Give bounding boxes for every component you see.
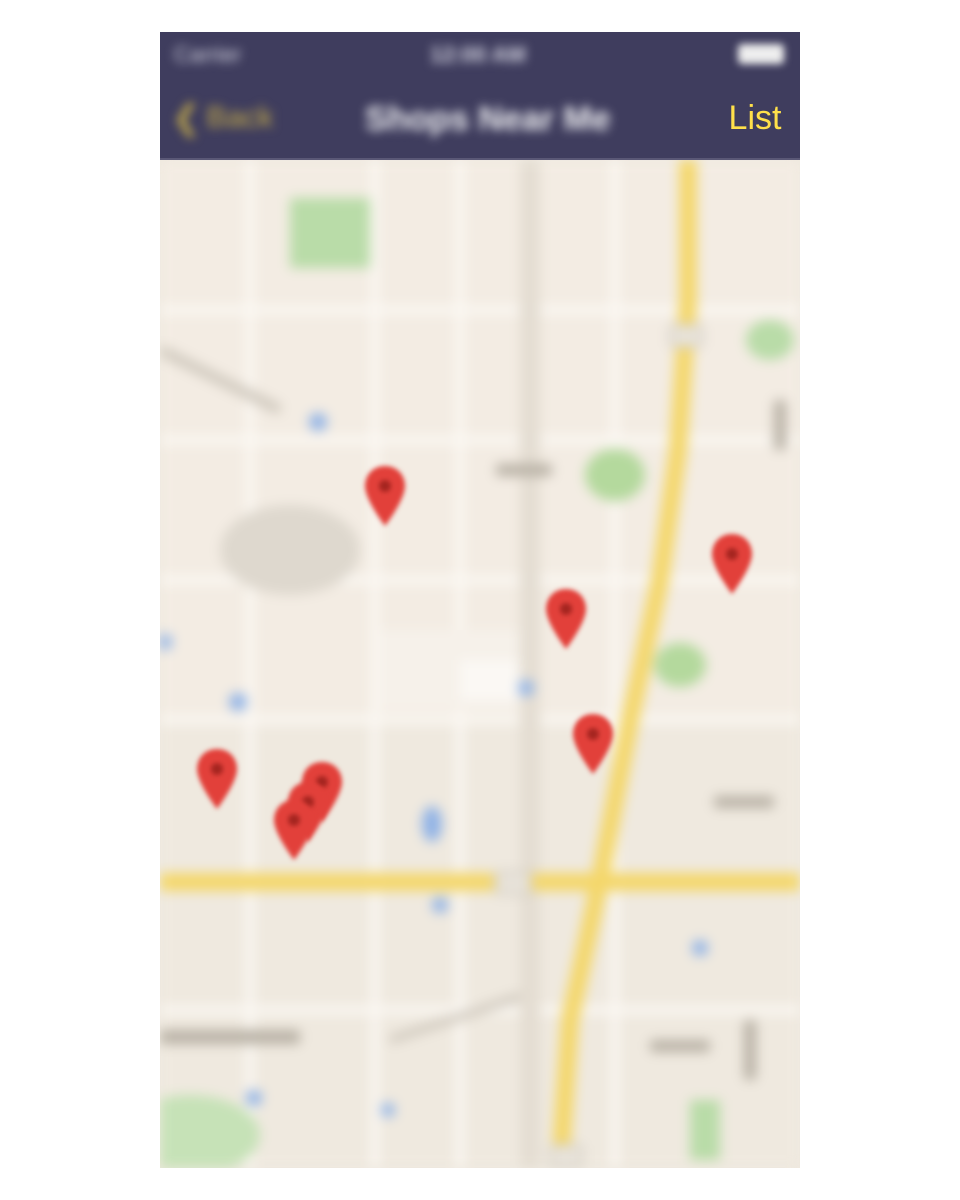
map-canvas[interactable] [160,160,800,1168]
chevron-left-icon: ❮ [172,99,201,137]
map-view[interactable] [160,160,800,1168]
map-pin[interactable] [195,747,239,813]
map-pin[interactable] [544,587,588,653]
phone-screen: Carrier 12:00 AM ❮ Back Shops Near Me Li… [160,32,800,1168]
status-time: 12:00 AM [430,42,526,67]
back-label: Back [206,101,274,134]
map-pin[interactable] [272,798,316,864]
battery-icon [738,44,784,64]
back-button[interactable]: ❮ Back [172,98,273,138]
list-button[interactable]: List [710,88,800,148]
carrier-label: Carrier [174,42,242,67]
status-bar: Carrier 12:00 AM [160,32,800,76]
map-pin[interactable] [363,464,407,530]
map-pin[interactable] [571,712,615,778]
page-title: Shops Near Me [365,100,611,138]
map-pin[interactable] [710,532,754,598]
